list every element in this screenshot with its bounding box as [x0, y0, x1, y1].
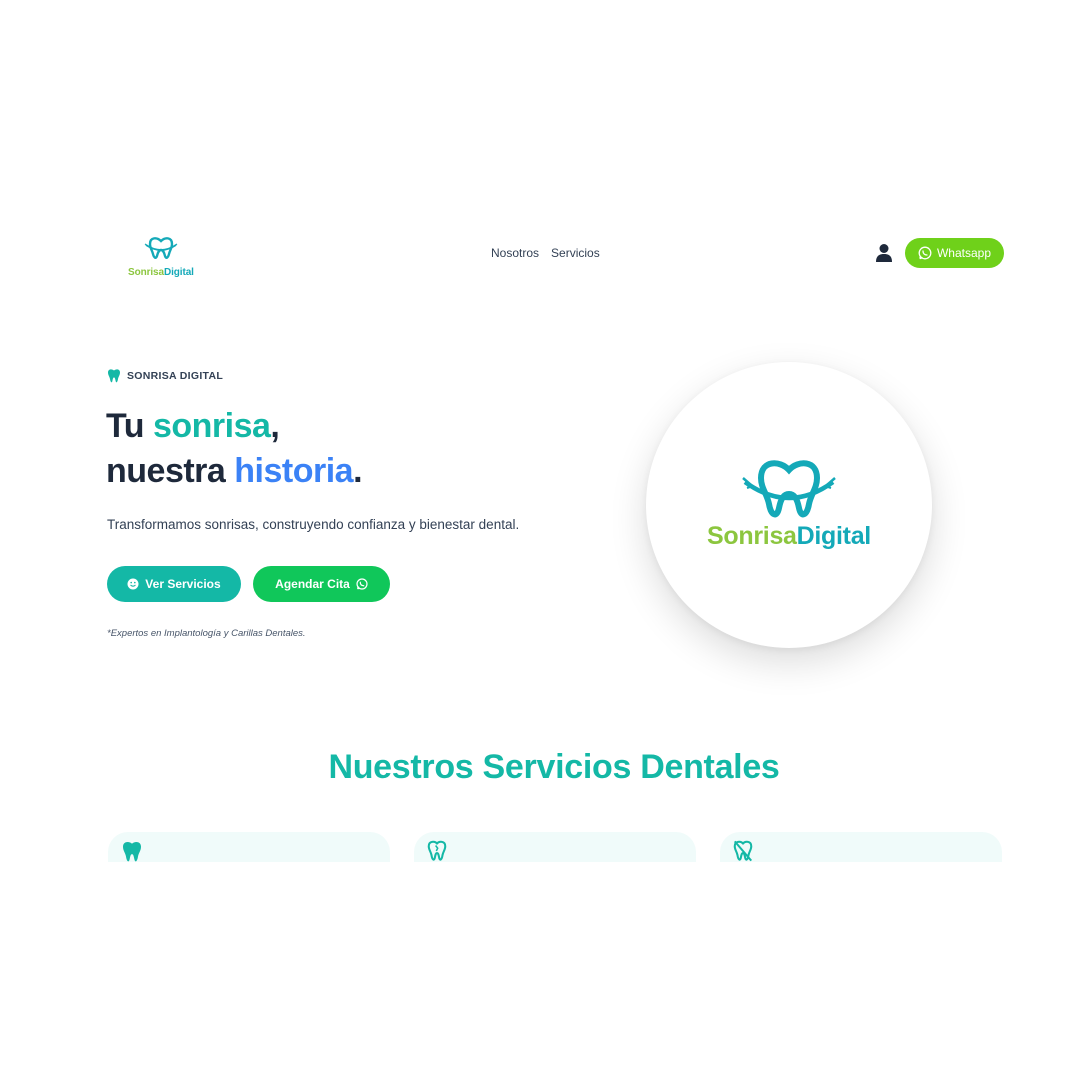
nav-link-servicios[interactable]: Servicios: [551, 246, 600, 260]
agendar-cita-label: Agendar Cita: [275, 577, 350, 591]
hero-logo-circle: SonrisaDigital: [646, 362, 932, 648]
hero-logo-text: SonrisaDigital: [707, 522, 871, 550]
services-title: Nuestros Servicios Dentales: [328, 748, 780, 786]
whatsapp-button[interactable]: Whatsapp: [905, 238, 1004, 268]
hero-logo: SonrisaDigital: [646, 458, 932, 551]
site-header: SonrisaDigital Nosotros Servicios Whatsa…: [0, 228, 1080, 280]
whatsapp-icon: [918, 246, 932, 260]
hero-kicker: SONRISA DIGITAL: [107, 368, 223, 384]
brand-logo-text: SonrisaDigital: [128, 267, 194, 278]
hero-headline: Tu sonrisa, nuestra historia.: [106, 407, 363, 490]
ver-servicios-label: Ver Servicios: [145, 577, 221, 591]
hero-description: Transformamos sonrisas, construyendo con…: [107, 517, 520, 532]
whatsapp-icon: [356, 578, 368, 590]
service-card[interactable]: [414, 832, 696, 862]
tooth-slash-icon: [733, 840, 753, 862]
tooth-icon: [108, 369, 120, 383]
service-card[interactable]: [108, 832, 390, 862]
user-account-icon[interactable]: [875, 243, 893, 263]
agendar-cita-button[interactable]: Agendar Cita: [253, 566, 390, 602]
tooth-outline-icon: [427, 840, 447, 861]
hero-footnote: *Expertos en Implantología y Carillas De…: [107, 628, 306, 639]
service-card[interactable]: [720, 832, 1002, 862]
whatsapp-button-label: Whatsapp: [936, 246, 992, 260]
services-cards: [108, 832, 1002, 862]
tooth-logo-icon: [144, 237, 178, 259]
main-nav: Nosotros Servicios: [491, 246, 600, 260]
smile-icon: [127, 578, 139, 590]
tooth-icon: [123, 841, 141, 862]
hero-kicker-text: SONRISA DIGITAL: [127, 370, 224, 382]
brand-logo[interactable]: SonrisaDigital: [128, 236, 194, 280]
nav-link-nosotros[interactable]: Nosotros: [491, 246, 539, 260]
ver-servicios-button[interactable]: Ver Servicios: [107, 566, 241, 602]
tooth-logo-icon: [742, 460, 836, 518]
